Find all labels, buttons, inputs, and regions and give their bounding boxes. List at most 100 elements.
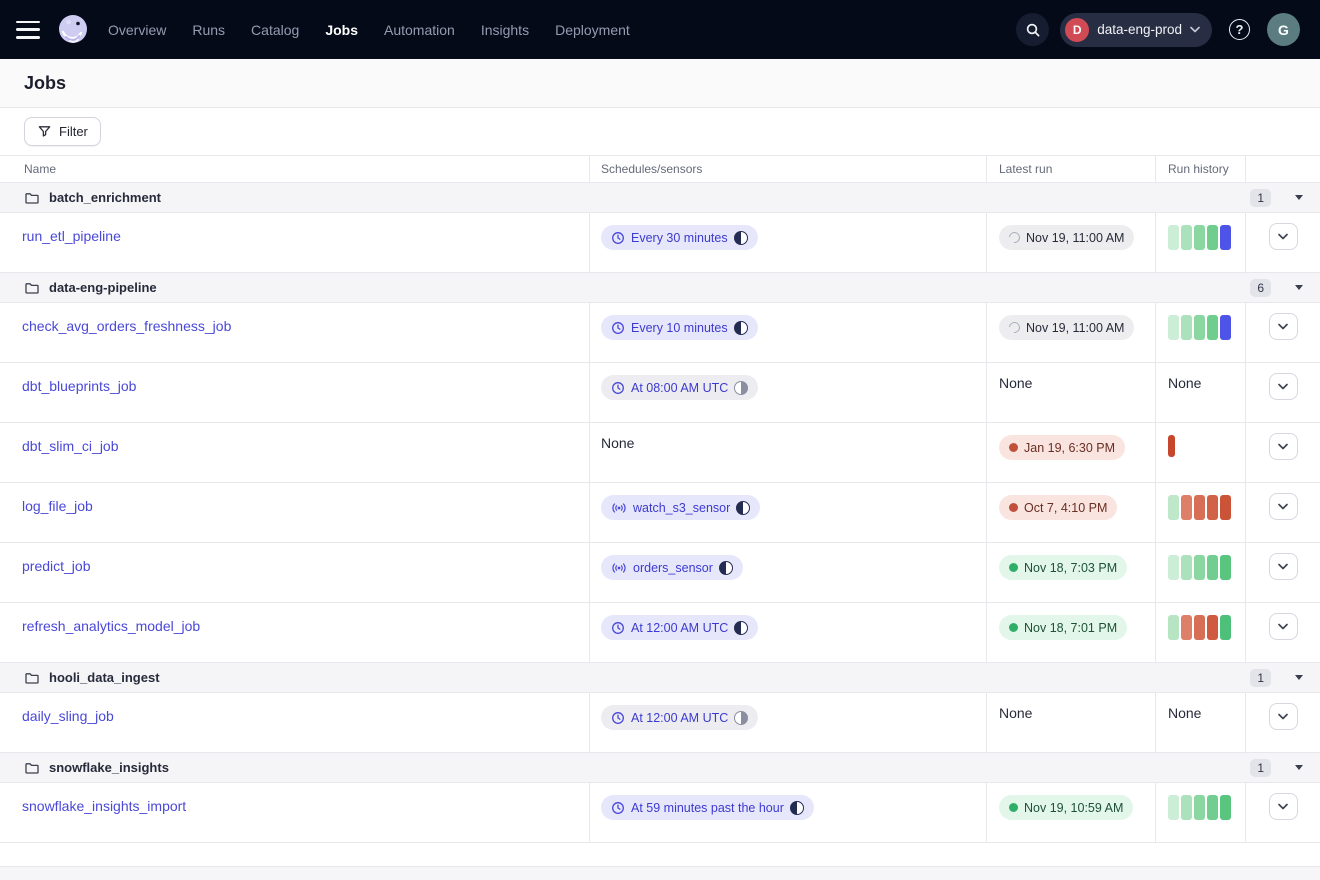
run-history-bar[interactable] [1168, 495, 1179, 520]
row-expand-button[interactable] [1269, 493, 1298, 520]
job-name-link[interactable]: predict_job [22, 558, 91, 574]
run-history-bars[interactable] [1168, 495, 1231, 520]
run-history-bar[interactable] [1181, 555, 1192, 580]
schedule-toggle[interactable] [734, 231, 748, 245]
job-name-link[interactable]: daily_sling_job [22, 708, 114, 724]
nav-item-overview[interactable]: Overview [108, 22, 166, 38]
hamburger-menu-icon[interactable] [16, 21, 40, 39]
row-expand-button[interactable] [1269, 313, 1298, 340]
caret-down-icon[interactable] [1295, 285, 1303, 290]
run-history-bar[interactable] [1181, 615, 1192, 640]
run-history-bar[interactable] [1220, 795, 1231, 820]
run-history-bar[interactable] [1220, 615, 1231, 640]
run-history-bars[interactable] [1168, 795, 1231, 820]
schedule-toggle[interactable] [734, 381, 748, 395]
schedule-toggle[interactable] [734, 621, 748, 635]
latest-run-pill[interactable]: Nov 19, 11:00 AM [999, 225, 1134, 250]
group-row[interactable]: batch_enrichment 1 [0, 183, 1320, 213]
run-history-bar[interactable] [1181, 315, 1192, 340]
latest-run-pill[interactable]: Jan 19, 6:30 PM [999, 435, 1125, 460]
sensor-pill[interactable]: watch_s3_sensor [601, 495, 760, 520]
caret-down-icon[interactable] [1295, 675, 1303, 680]
latest-run-pill[interactable]: Oct 7, 4:10 PM [999, 495, 1117, 520]
run-history-bar[interactable] [1220, 315, 1231, 340]
help-button[interactable]: ? [1223, 13, 1256, 46]
latest-run-pill[interactable]: Nov 19, 10:59 AM [999, 795, 1133, 820]
run-history-bar[interactable] [1168, 225, 1179, 250]
group-row[interactable]: snowflake_insights 1 [0, 753, 1320, 783]
caret-down-icon[interactable] [1295, 765, 1303, 770]
run-history-bar[interactable] [1168, 315, 1179, 340]
run-history-bar[interactable] [1207, 495, 1218, 520]
run-history-bar[interactable] [1194, 555, 1205, 580]
nav-item-catalog[interactable]: Catalog [251, 22, 299, 38]
row-expand-button[interactable] [1269, 613, 1298, 640]
search-button[interactable] [1016, 13, 1049, 46]
group-row[interactable]: data-eng-pipeline 6 [0, 273, 1320, 303]
run-history-bar[interactable] [1207, 315, 1218, 340]
run-history-bars[interactable] [1168, 225, 1231, 250]
run-history-bar[interactable] [1194, 495, 1205, 520]
run-history-bar[interactable] [1207, 795, 1218, 820]
schedule-toggle[interactable] [736, 501, 750, 515]
run-history-bar[interactable] [1194, 795, 1205, 820]
run-history-bar[interactable] [1207, 555, 1218, 580]
schedule-pill[interactable]: At 08:00 AM UTC [601, 375, 758, 400]
dagster-logo-icon[interactable] [54, 11, 92, 49]
row-expand-button[interactable] [1269, 433, 1298, 460]
nav-item-insights[interactable]: Insights [481, 22, 529, 38]
run-history-bar[interactable] [1194, 315, 1205, 340]
schedule-pill[interactable]: At 59 minutes past the hour [601, 795, 814, 820]
run-history-bar[interactable] [1181, 225, 1192, 250]
row-expand-button[interactable] [1269, 553, 1298, 580]
row-expand-button[interactable] [1269, 793, 1298, 820]
nav-item-automation[interactable]: Automation [384, 22, 455, 38]
user-avatar[interactable]: G [1267, 13, 1300, 46]
sensor-pill[interactable]: orders_sensor [601, 555, 743, 580]
schedule-toggle[interactable] [790, 801, 804, 815]
job-name-link[interactable]: dbt_slim_ci_job [22, 438, 119, 454]
run-history-bar[interactable] [1168, 615, 1179, 640]
latest-run-pill[interactable]: Nov 18, 7:03 PM [999, 555, 1127, 580]
job-name-link[interactable]: refresh_analytics_model_job [22, 618, 200, 634]
job-name-link[interactable]: snowflake_insights_import [22, 798, 186, 814]
schedule-pill[interactable]: Every 10 minutes [601, 315, 758, 340]
run-history-bar[interactable] [1194, 225, 1205, 250]
schedule-pill[interactable]: At 12:00 AM UTC [601, 615, 758, 640]
schedule-toggle[interactable] [734, 711, 748, 725]
nav-item-runs[interactable]: Runs [192, 22, 225, 38]
run-history-bars[interactable] [1168, 315, 1231, 340]
run-history-bars[interactable] [1168, 435, 1175, 457]
run-history-bar[interactable] [1194, 615, 1205, 640]
job-name-link[interactable]: dbt_blueprints_job [22, 378, 136, 394]
schedule-toggle[interactable] [734, 321, 748, 335]
row-expand-button[interactable] [1269, 373, 1298, 400]
caret-down-icon[interactable] [1295, 195, 1303, 200]
latest-run-pill[interactable]: Nov 18, 7:01 PM [999, 615, 1127, 640]
nav-item-jobs[interactable]: Jobs [325, 22, 358, 38]
run-history-bars[interactable] [1168, 555, 1231, 580]
schedule-pill[interactable]: At 12:00 AM UTC [601, 705, 758, 730]
schedule-toggle[interactable] [719, 561, 733, 575]
run-history-bar[interactable] [1181, 795, 1192, 820]
run-history-bar[interactable] [1168, 555, 1179, 580]
run-history-bar[interactable] [1207, 615, 1218, 640]
run-history-bar[interactable] [1168, 435, 1175, 457]
row-expand-button[interactable] [1269, 223, 1298, 250]
job-name-link[interactable]: log_file_job [22, 498, 93, 514]
group-row[interactable]: hooli_data_ingest 1 [0, 663, 1320, 693]
run-history-bar[interactable] [1220, 555, 1231, 580]
run-history-bars[interactable] [1168, 615, 1231, 640]
run-history-bar[interactable] [1220, 495, 1231, 520]
job-name-link[interactable]: run_etl_pipeline [22, 228, 121, 244]
workspace-selector[interactable]: D data-eng-prod [1060, 13, 1212, 47]
run-history-bar[interactable] [1207, 225, 1218, 250]
schedule-pill[interactable]: Every 30 minutes [601, 225, 758, 250]
latest-run-pill[interactable]: Nov 19, 11:00 AM [999, 315, 1134, 340]
run-history-bar[interactable] [1168, 795, 1179, 820]
nav-item-deployment[interactable]: Deployment [555, 22, 630, 38]
row-expand-button[interactable] [1269, 703, 1298, 730]
run-history-bar[interactable] [1220, 225, 1231, 250]
job-name-link[interactable]: check_avg_orders_freshness_job [22, 318, 231, 334]
run-history-bar[interactable] [1181, 495, 1192, 520]
